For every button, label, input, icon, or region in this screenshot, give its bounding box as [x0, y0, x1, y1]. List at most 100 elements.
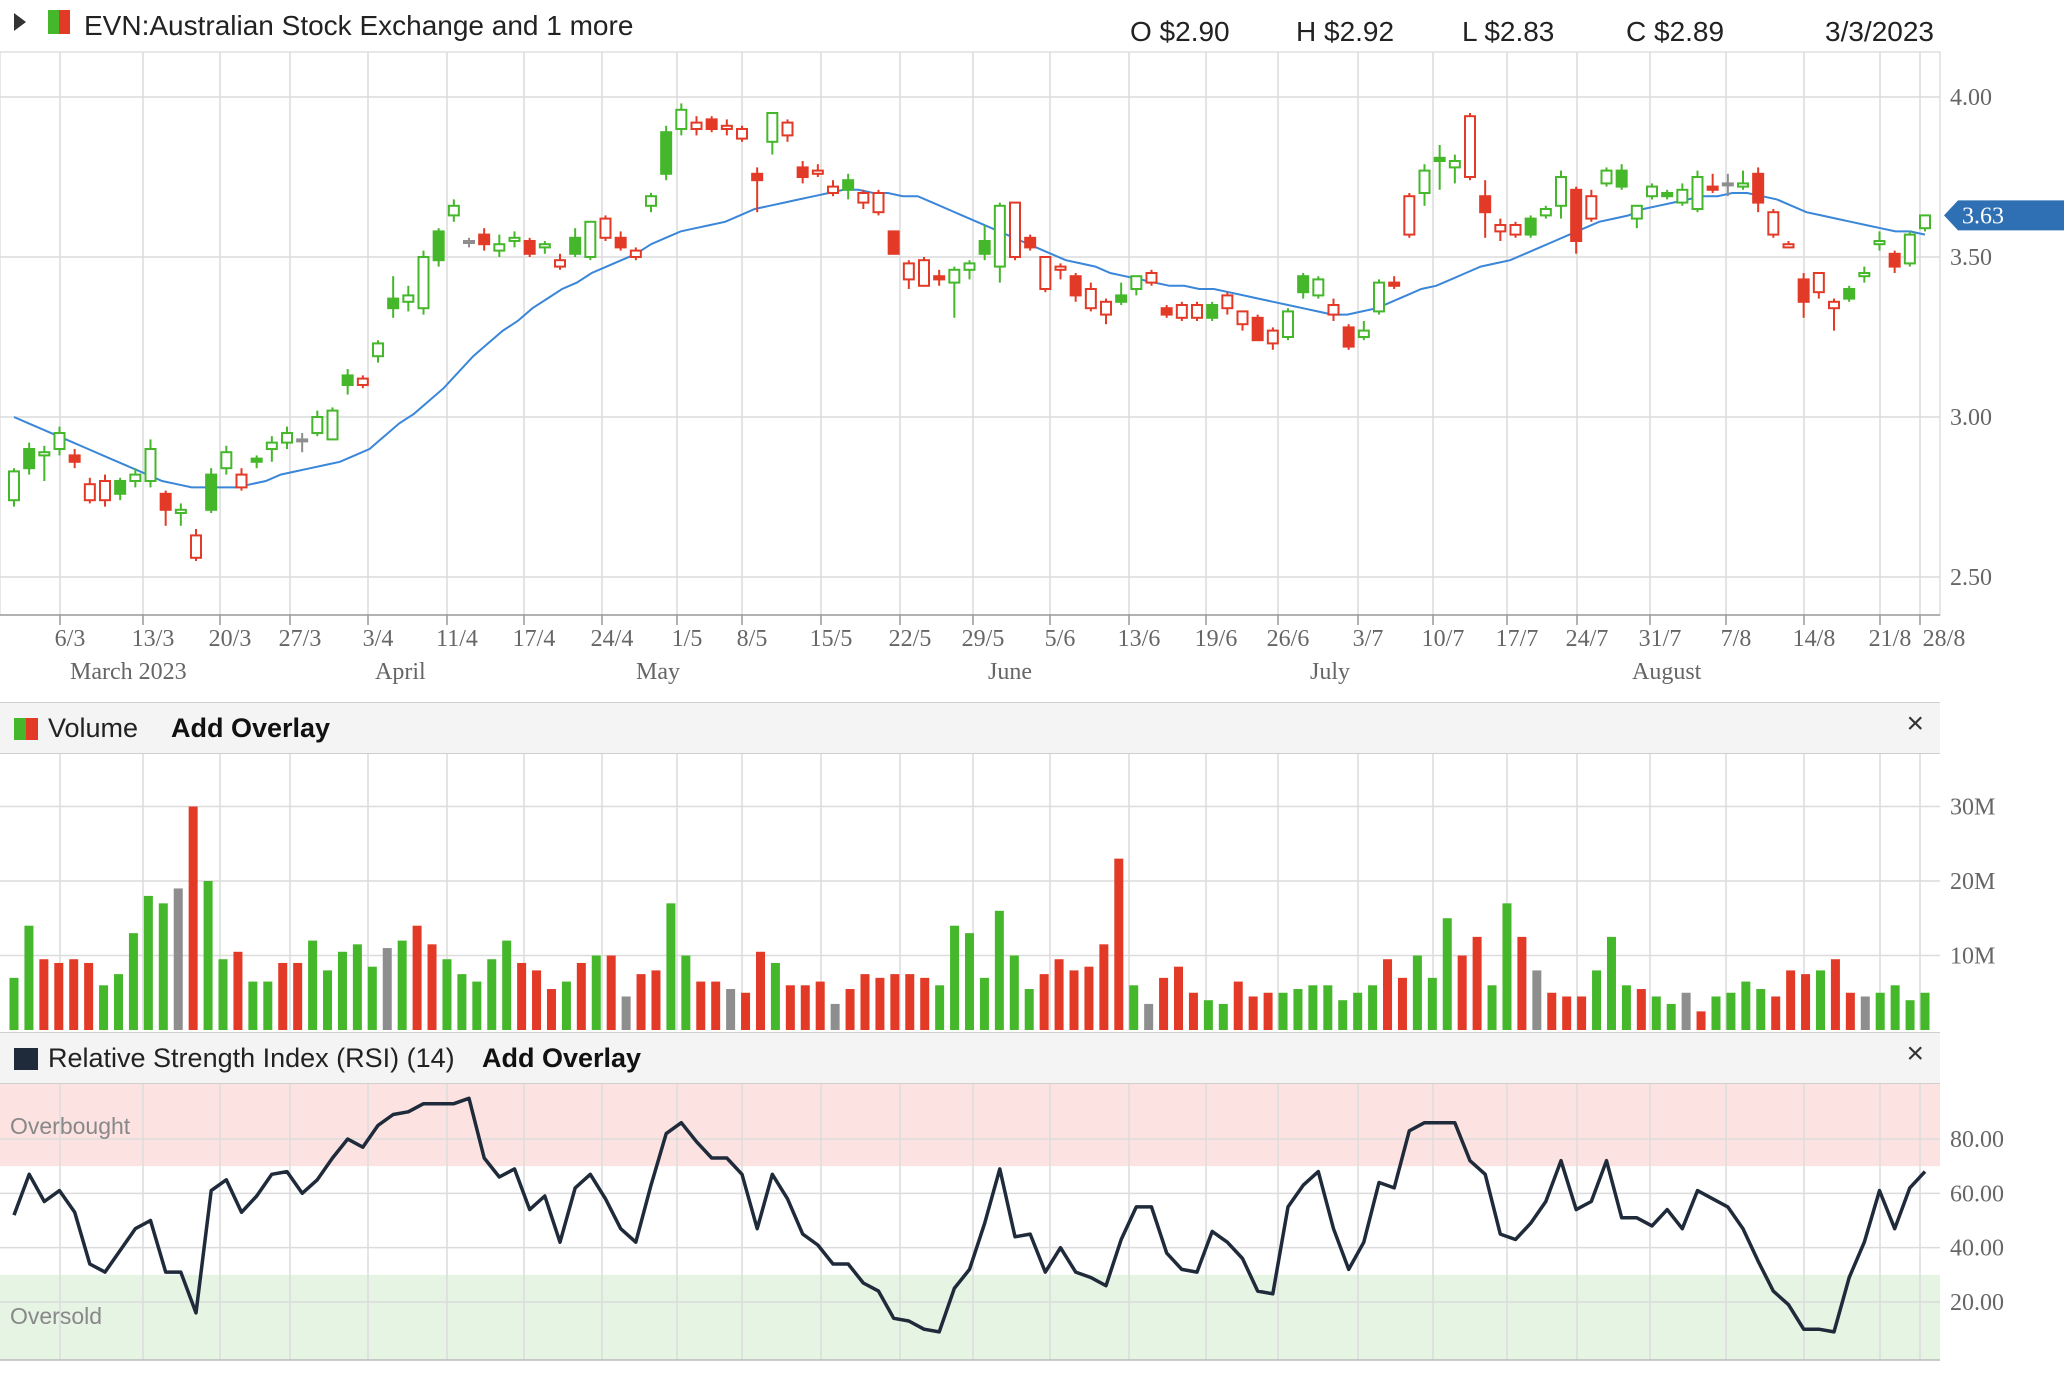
volume-panel-title[interactable]: Volume: [48, 713, 138, 744]
volume-bar: [502, 940, 512, 1030]
quote-date: 3/3/2023: [1825, 16, 1934, 47]
price-chart[interactable]: 4.00 3.50 3.00 2.50 3.63 6/3 13/3 20/3 27/3…: [0, 0, 2068, 1376]
volume-bar: [1606, 936, 1616, 1030]
candle-body: [1706, 185, 1719, 191]
volume-bar: [770, 962, 780, 1030]
close-rsi-icon[interactable]: ×: [1906, 1037, 1924, 1071]
x-tick-label: 21/8: [1869, 626, 1912, 652]
low-price: L $2.83: [1462, 16, 1555, 47]
volume-bar: [1666, 1003, 1676, 1030]
close-volume-icon[interactable]: ×: [1906, 707, 1924, 741]
candle-body: [1646, 185, 1658, 198]
candle-body: [887, 230, 900, 255]
volume-bar: [323, 970, 333, 1030]
x-tick-label: 13/6: [1118, 626, 1161, 652]
volume-bar: [397, 940, 407, 1030]
candle-body: [220, 451, 233, 470]
candle-body: [842, 179, 855, 191]
candle-body: [478, 233, 491, 246]
volume-bar: [666, 903, 676, 1030]
volume-bar: [1248, 996, 1258, 1030]
rsi-panel-title[interactable]: Relative Strength Index (RSI) (14): [48, 1043, 455, 1074]
volume-bar: [367, 966, 377, 1030]
candle-body: [963, 262, 976, 271]
candle-body: [281, 432, 293, 444]
y-tick-label: 30M: [1950, 795, 1995, 821]
volume-bar: [1875, 992, 1885, 1030]
expand-triangle-icon[interactable]: [14, 13, 26, 31]
volume-bar: [1577, 996, 1587, 1030]
volume-bar: [546, 989, 556, 1030]
candle-body: [902, 262, 915, 281]
x-tick-label: 15/5: [810, 626, 853, 652]
open-price: O $2.90: [1130, 16, 1230, 47]
candle-body: [978, 240, 991, 255]
volume-bar: [741, 992, 751, 1030]
x-tick-label: 5/6: [1045, 626, 1076, 652]
candle-body: [1919, 214, 1931, 230]
volume-bar: [1726, 992, 1736, 1030]
y-tick-label: 20M: [1950, 869, 1995, 895]
volume-bar: [800, 985, 810, 1030]
volume-bar: [696, 981, 706, 1030]
volume-bar: [1368, 985, 1378, 1030]
volume-bar: [84, 962, 94, 1030]
candle-body: [1403, 195, 1416, 236]
price-plot-area: [0, 51, 1941, 616]
candle-body: [1615, 169, 1628, 188]
high-price: H $2.92: [1296, 16, 1395, 47]
volume-color-icon: [14, 718, 26, 740]
x-tick-label: 31/7: [1639, 626, 1682, 652]
volume-bar: [591, 955, 601, 1030]
volume-bar: [517, 962, 527, 1030]
rsi-panel-header: Relative Strength Index (RSI) (14) Add O…: [0, 1032, 1940, 1084]
symbol-label[interactable]: EVN:Australian Stock Exchange and 1 more: [84, 10, 633, 42]
x-tick-label: 10/7: [1422, 626, 1465, 652]
candle-body: [1160, 307, 1173, 316]
candle-body: [1130, 275, 1143, 291]
volume-bar: [188, 806, 198, 1030]
updown-color-icon: [48, 10, 59, 34]
volume-bar: [457, 974, 467, 1030]
candle-body: [250, 457, 263, 463]
volume-bar: [337, 951, 347, 1030]
add-overlay-button[interactable]: Add Overlay: [482, 1043, 641, 1074]
volume-bar: [1756, 989, 1766, 1030]
volume-bar: [994, 910, 1004, 1030]
volume-bar: [1114, 858, 1124, 1030]
volume-bar: [1696, 1011, 1706, 1030]
x-tick-label: 28/8: [1923, 626, 1966, 652]
volume-bar: [143, 895, 153, 1030]
volume-bar: [1547, 992, 1557, 1030]
volume-bar: [1562, 996, 1572, 1030]
candle-body: [1251, 316, 1264, 342]
candle-body: [1570, 188, 1583, 243]
volume-bar: [1681, 992, 1691, 1030]
volume-bar: [1621, 985, 1631, 1030]
volume-bar: [1592, 970, 1602, 1030]
candle-body: [872, 192, 885, 214]
volume-bar: [890, 974, 900, 1030]
volume-bar: [1860, 996, 1870, 1030]
volume-bar: [636, 974, 646, 1030]
volume-bar: [815, 981, 825, 1030]
volume-bar: [1532, 970, 1542, 1030]
candle-body: [311, 416, 324, 434]
volume-bar: [308, 940, 318, 1030]
candle-body: [402, 294, 415, 303]
candle-body: [265, 441, 278, 451]
x-tick-label: 26/6: [1267, 626, 1310, 652]
moving-average-line: [13, 188, 1926, 489]
volume-bar: [158, 903, 168, 1030]
candle-body: [1464, 115, 1476, 178]
x-month-label: April: [375, 659, 426, 685]
add-overlay-button[interactable]: Add Overlay: [171, 713, 330, 744]
candle-body: [1843, 288, 1856, 300]
volume-bar: [1651, 996, 1661, 1030]
oversold-zone: [0, 1274, 1940, 1360]
candle-body: [159, 492, 172, 511]
candle-body: [1903, 233, 1916, 265]
candle-body: [1721, 182, 1734, 187]
volume-bar: [1412, 955, 1422, 1030]
volume-bar: [1905, 1000, 1915, 1030]
